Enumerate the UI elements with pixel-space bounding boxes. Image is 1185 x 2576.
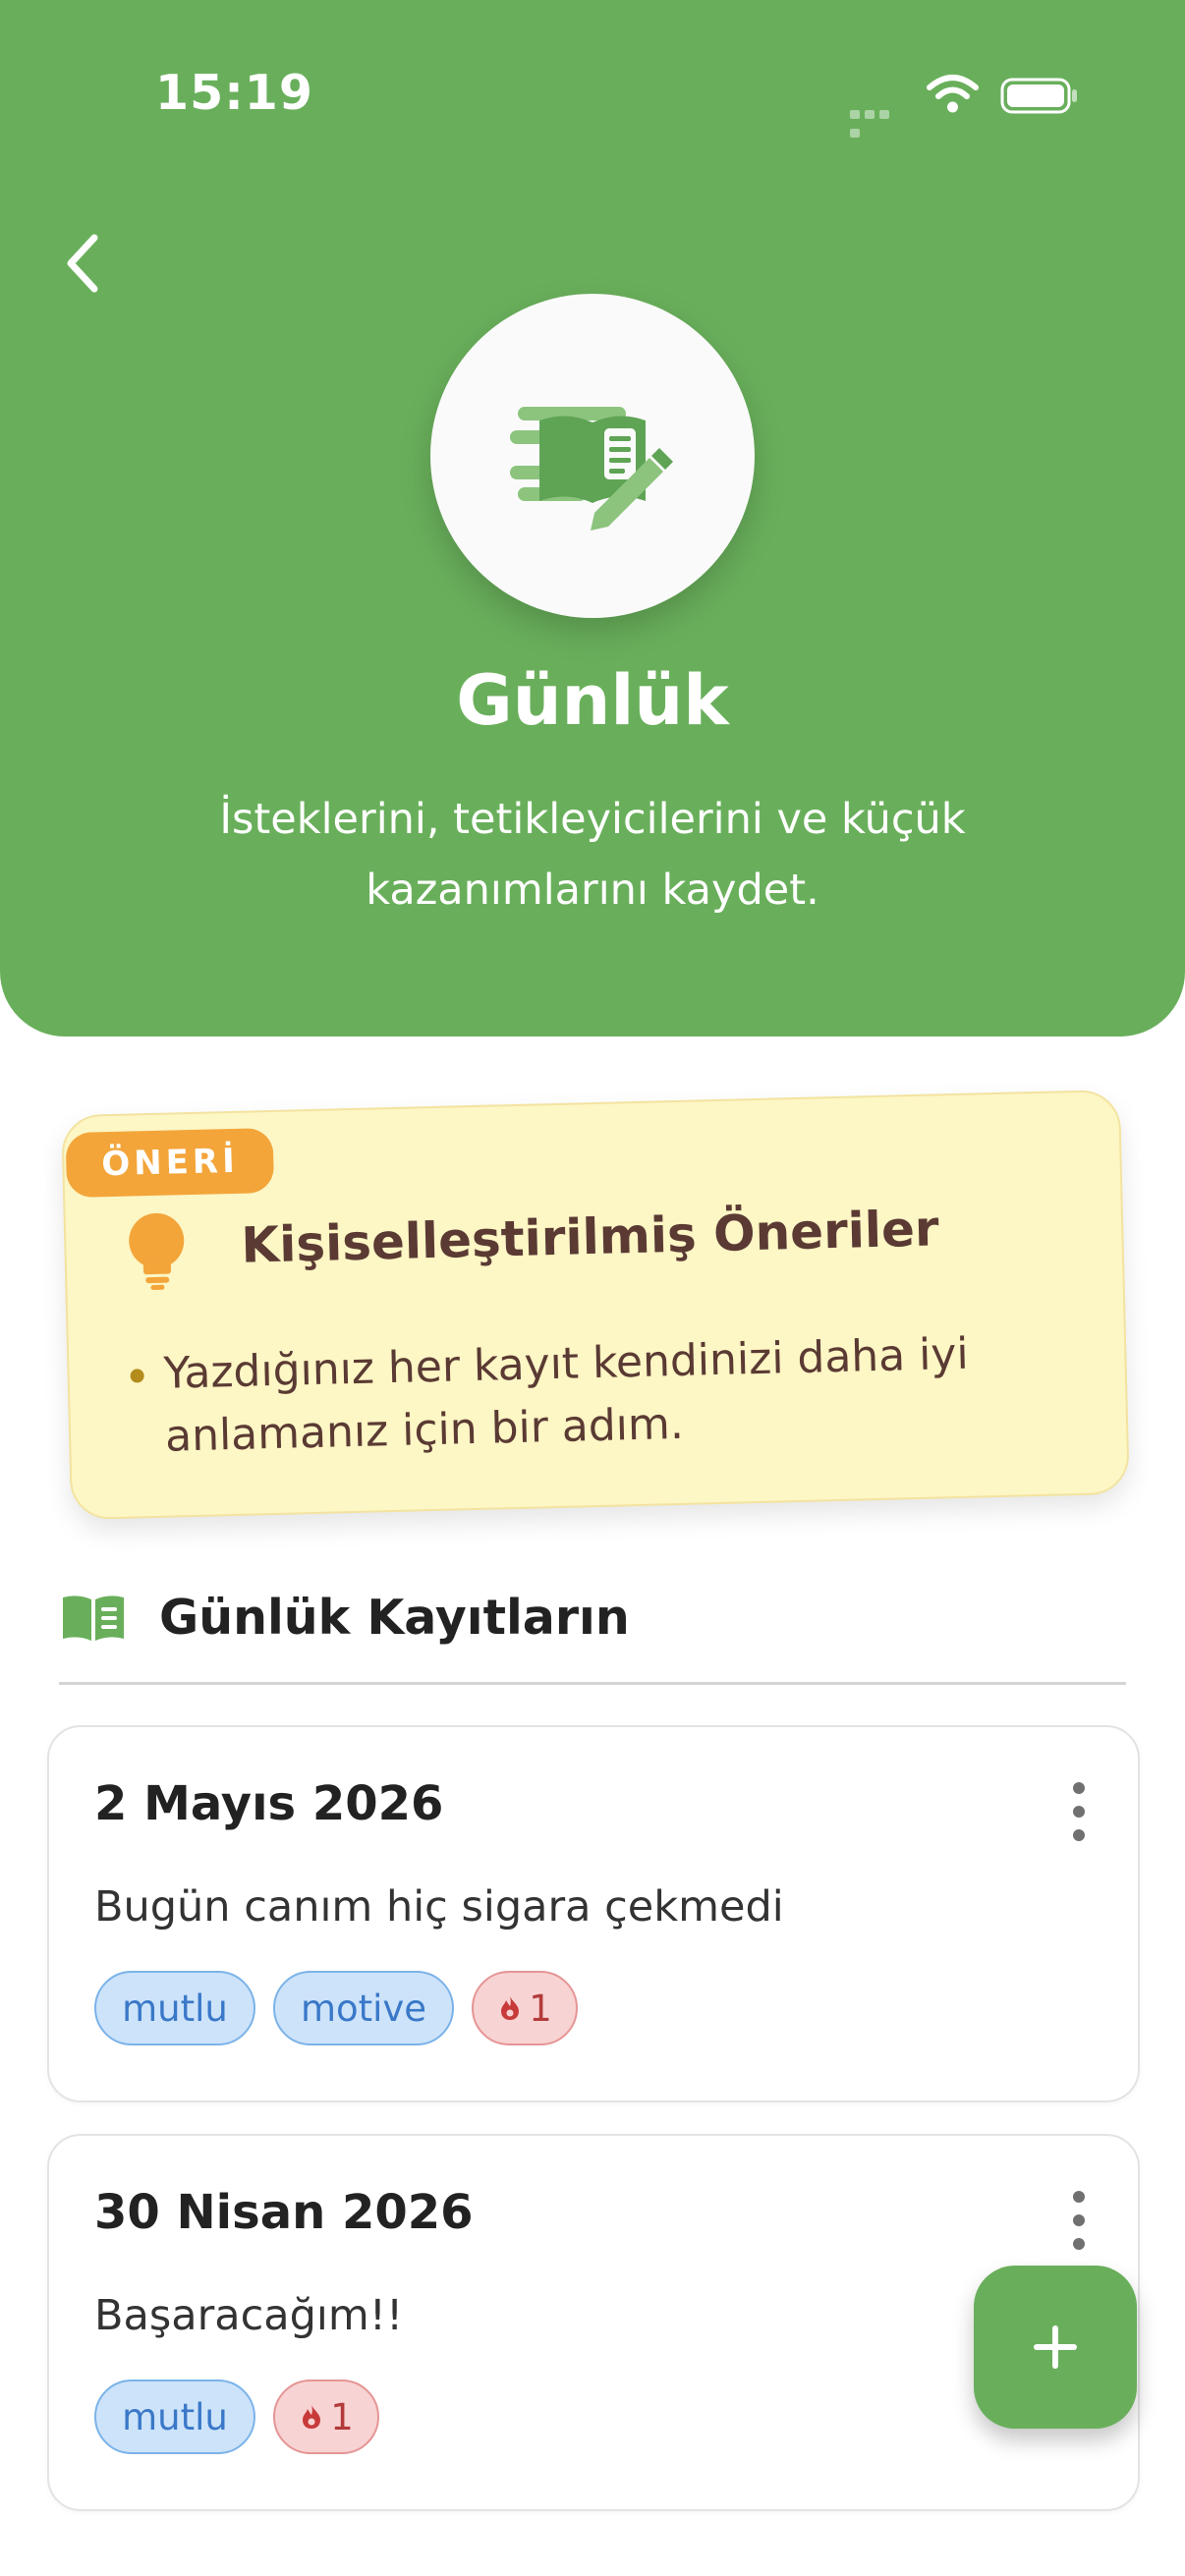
more-vertical-icon <box>1073 1782 1085 1794</box>
entry-text: Bugün canım hiç sigara çekmedi <box>94 1882 784 1932</box>
page-subtitle: İsteklerini, tetikleyicilerini ve küçük … <box>219 795 966 915</box>
section-header: Günlük Kayıtların <box>59 1584 1126 1685</box>
mood-tag: mutlu <box>94 1971 255 2045</box>
bullet-icon <box>130 1369 144 1383</box>
craving-tag: 1 <box>273 2380 379 2454</box>
mood-tag: motive <box>273 1971 454 2045</box>
chevron-left-icon <box>67 234 98 293</box>
back-button[interactable] <box>51 224 114 303</box>
journal-writing-icon <box>510 407 673 531</box>
wifi-icon <box>927 75 979 113</box>
battery-icon <box>1000 78 1077 114</box>
signal-icon <box>850 104 907 138</box>
entry-tags: mutlu motive 1 <box>94 1971 578 2045</box>
entry-date: 30 Nisan 2026 <box>94 2185 474 2240</box>
craving-count: 1 <box>330 2395 354 2438</box>
suggestion-badge: ÖNERİ <box>65 1127 275 1199</box>
suggestion-item: Yazdığınız her kayıt kendinizi daha iyi … <box>130 1320 1066 1469</box>
entry-menu-button[interactable] <box>1069 2191 1089 2250</box>
craving-count: 1 <box>529 1987 552 2030</box>
craving-tag: 1 <box>472 1971 578 2045</box>
suggestion-title: Kişiselleştirilmiş Öneriler <box>240 1200 940 1274</box>
lightbulb-icon <box>129 1212 185 1290</box>
flame-icon <box>501 1996 520 2020</box>
entry-tags: mutlu 1 <box>94 2380 379 2454</box>
mood-tag: mutlu <box>94 2380 255 2454</box>
add-entry-button[interactable] <box>974 2266 1137 2429</box>
journal-entry-card[interactable]: 2 Mayıs 2026 Bugün canım hiç sigara çekm… <box>47 1725 1140 2102</box>
more-vertical-icon <box>1073 2191 1085 2203</box>
header: 15:19 Günlük İsteklerini, tetikleyiciler… <box>0 0 1185 1036</box>
flame-icon <box>303 2405 321 2429</box>
open-book-icon <box>63 1596 124 1641</box>
logo <box>430 294 755 618</box>
status-time: 15:19 <box>155 65 313 121</box>
entry-text: Başaracağım!! <box>94 2291 404 2340</box>
entry-date: 2 Mayıs 2026 <box>94 1776 444 1831</box>
page-title: Günlük <box>456 660 729 741</box>
suggestion-card: ÖNERİ Kişiselleştirilmiş Öneriler Yazdığ… <box>61 1089 1130 1521</box>
suggestion-item-text: Yazdığınız her kayıt kendinizi daha iyi … <box>162 1328 970 1462</box>
entry-menu-button[interactable] <box>1069 1782 1089 1841</box>
section-title: Günlük Kayıtların <box>159 1590 630 1646</box>
plus-icon <box>1034 2325 1077 2369</box>
